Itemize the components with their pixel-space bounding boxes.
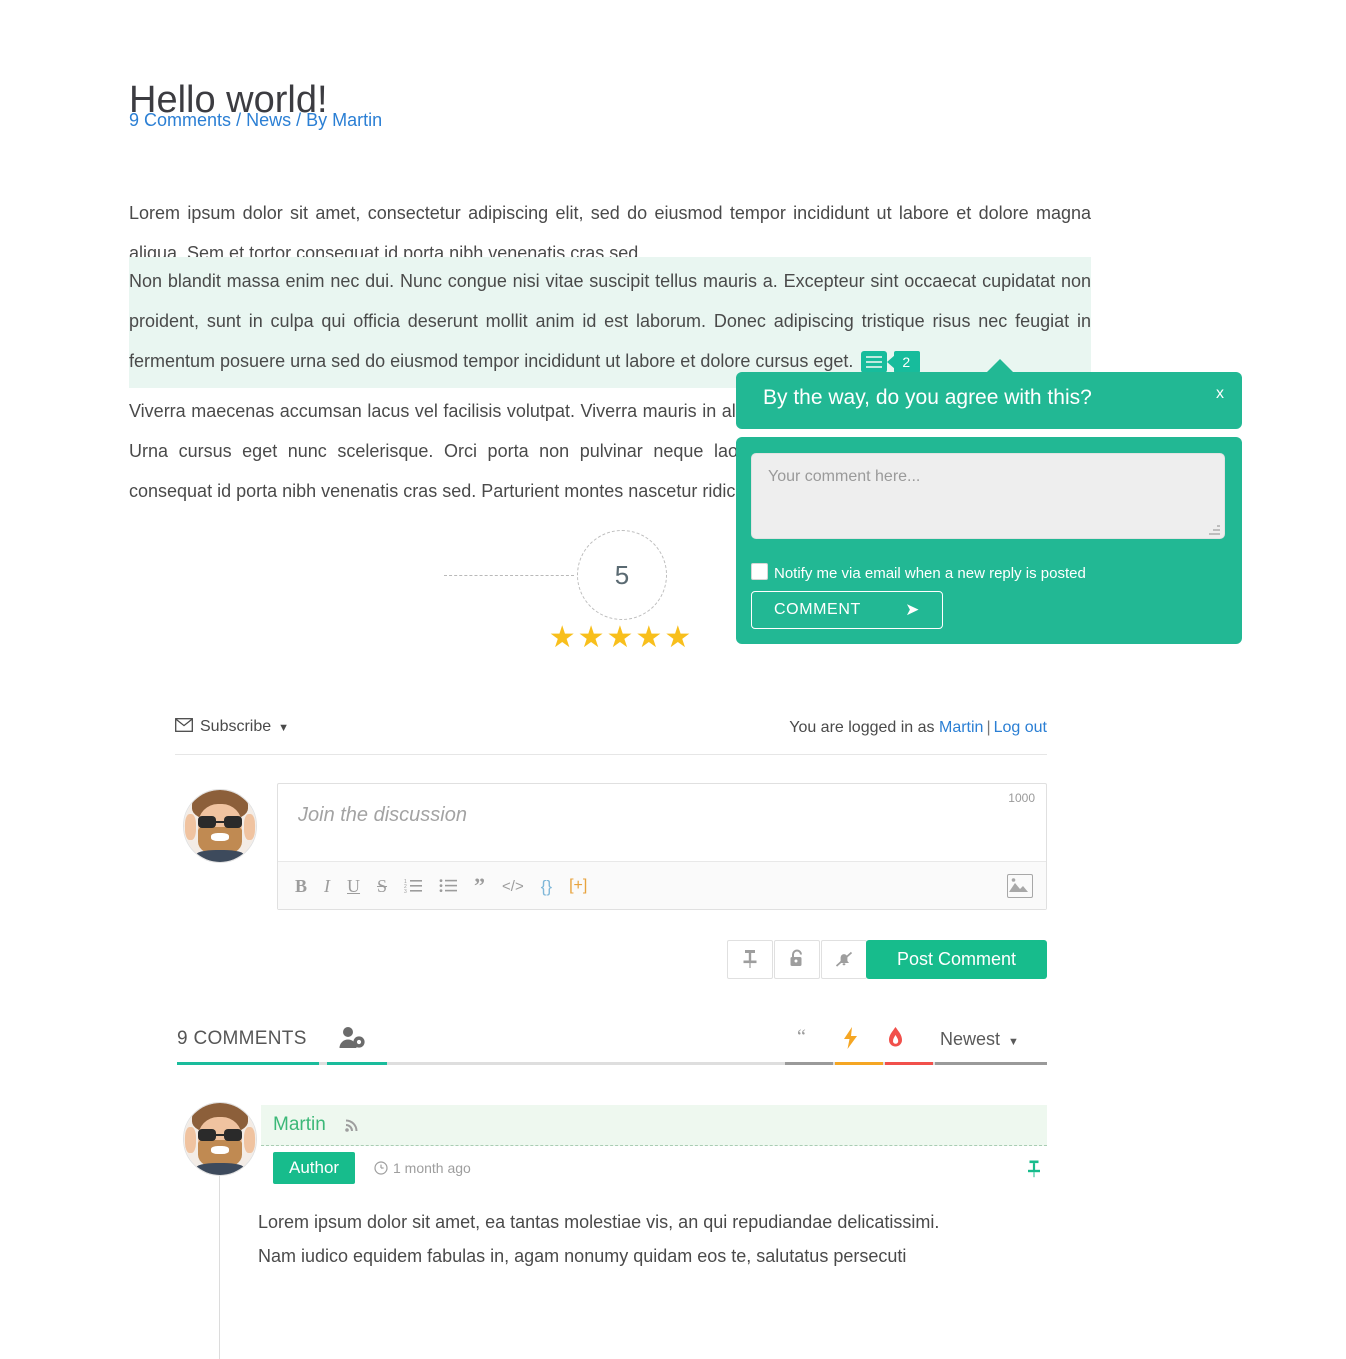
post-comment-button[interactable]: Post Comment [866, 940, 1047, 979]
strikethrough-icon[interactable]: S [377, 877, 387, 895]
meta-separator-1: / [236, 110, 242, 130]
pinned-icon[interactable] [1026, 1160, 1042, 1183]
comment-body-line-1: Lorem ipsum dolor sit amet, ea tantas mo… [258, 1212, 940, 1232]
unlock-button[interactable] [774, 940, 820, 979]
notify-label: Notify me via email when a new reply is … [774, 565, 1086, 582]
flame-icon[interactable] [887, 1026, 904, 1056]
close-icon[interactable]: x [1216, 385, 1224, 403]
meta-comments-link[interactable]: 9 Comments [129, 110, 231, 130]
comment-author-name[interactable]: Martin [273, 1114, 326, 1136]
popup-comment-button[interactable]: COMMENT ➤ [751, 591, 943, 629]
comment-avatar [183, 1102, 257, 1176]
notify-checkbox[interactable] [751, 563, 768, 580]
bell-off-button[interactable] [821, 940, 867, 979]
flame-filter-underline [885, 1062, 933, 1065]
quote-filter-underline [785, 1062, 833, 1065]
subscribe-label: Subscribe [200, 718, 272, 735]
editor-toolbar: B I U S 1 2 3 ” </> {} [+] [278, 861, 1046, 909]
manage-users-icon[interactable] [337, 1024, 367, 1057]
logged-in-divider: | [986, 719, 991, 736]
pin-button[interactable] [727, 940, 773, 979]
comment-actions: Post Comment [727, 940, 1047, 979]
subscribe-bar: Subscribe ▼ You are logged in as Martin | L… [175, 716, 1047, 755]
source-code-icon[interactable]: {} [541, 878, 552, 895]
inline-comment-popup-body: Notify me via email when a new reply is … [736, 437, 1242, 644]
image-upload-icon[interactable] [1007, 874, 1033, 898]
avatar-face-illustration [184, 1103, 256, 1175]
popup-notify-row[interactable]: Notify me via email when a new reply is … [751, 563, 1086, 582]
inline-comment-count: 2 [887, 350, 921, 373]
bold-icon[interactable]: B [295, 877, 307, 895]
comments-header: 9 COMMENTS “ Newest ▼ [177, 1024, 1047, 1065]
rating-stars[interactable]: ★★★★★ [531, 623, 711, 653]
clock-icon [374, 1161, 388, 1178]
article-paragraph-2-highlighted: Non blandit massa enim nec dui. Nunc con… [129, 257, 1091, 389]
meta-separator-2: / [296, 110, 302, 130]
blockquote-icon[interactable]: ” [474, 875, 485, 897]
popup-arrow [986, 359, 1014, 373]
comment-body: Lorem ipsum dolor sit amet, ea tantas mo… [258, 1205, 1048, 1273]
comment-timestamp-label: 1 month ago [393, 1160, 471, 1176]
comment-timestamp: 1 month ago [374, 1160, 471, 1178]
envelope-icon [175, 718, 193, 737]
rss-icon[interactable] [345, 1117, 360, 1137]
unordered-list-icon[interactable] [439, 877, 458, 896]
post-meta: 9 Comments / News / By Martin [129, 110, 382, 131]
article-page: Hello world! 9 Comments / News / By Mart… [0, 0, 1346, 1359]
logged-in-user-link[interactable]: Martin [939, 719, 983, 736]
send-icon: ➤ [905, 600, 920, 619]
svg-text:3: 3 [404, 889, 407, 893]
popup-comment-input[interactable] [751, 453, 1225, 539]
comment-editor[interactable]: Join the discussion 1000 B I U S 1 2 3 ”… [277, 783, 1047, 910]
sort-underline [935, 1062, 1047, 1065]
ordered-list-icon[interactable]: 1 2 3 [404, 877, 423, 896]
sort-dropdown-label: Newest [940, 1029, 1001, 1049]
comments-tab-underline [177, 1062, 319, 1065]
comment-thread-line [219, 1174, 220, 1359]
bolt-icon[interactable] [842, 1026, 859, 1056]
code-icon[interactable]: </> [502, 879, 524, 894]
sort-dropdown[interactable]: Newest ▼ [940, 1029, 1019, 1050]
logged-in-prefix: You are logged in as [789, 719, 935, 736]
rating-divider-left [444, 575, 574, 576]
italic-icon[interactable]: I [324, 877, 330, 895]
manage-users-underline [327, 1062, 387, 1065]
popup-comment-button-label: COMMENT [774, 601, 861, 618]
avatar-face-illustration [184, 790, 256, 862]
logged-in-status: You are logged in as Martin | Log out [789, 719, 1047, 737]
author-badge: Author [273, 1152, 356, 1184]
subscribe-dropdown[interactable]: Subscribe ▼ [175, 718, 289, 737]
comment-name-band [261, 1105, 1047, 1146]
underline-icon[interactable]: U [347, 877, 360, 895]
bolt-filter-underline [835, 1062, 883, 1065]
chevron-down-icon: ▼ [278, 722, 290, 734]
comment-bubble-icon [861, 350, 888, 378]
textarea-resize-handle[interactable] [1209, 525, 1220, 537]
logout-link[interactable]: Log out [994, 719, 1047, 736]
spoiler-icon[interactable]: [+] [569, 878, 587, 894]
character-counter: 1000 [1008, 791, 1035, 805]
article-paragraph-2-text: Non blandit massa enim nec dui. Nunc con… [129, 271, 1091, 371]
rating-value: 5 [577, 530, 667, 620]
popup-question: By the way, do you agree with this? [763, 386, 1092, 409]
comments-count-label: 9 COMMENTS [177, 1028, 307, 1049]
meta-author-link[interactable]: By Martin [306, 110, 382, 130]
quote-icon[interactable]: “ [797, 1026, 806, 1049]
meta-category-link[interactable]: News [246, 110, 291, 130]
comment-body-line-2: Nam iudico equidem fabulas in, agam nonu… [258, 1246, 907, 1266]
inline-comment-popup-header: By the way, do you agree with this? x [736, 359, 1242, 429]
comment-editor-placeholder: Join the discussion [298, 804, 467, 826]
chevron-down-icon: ▼ [1008, 1036, 1019, 1048]
avatar [183, 789, 257, 863]
